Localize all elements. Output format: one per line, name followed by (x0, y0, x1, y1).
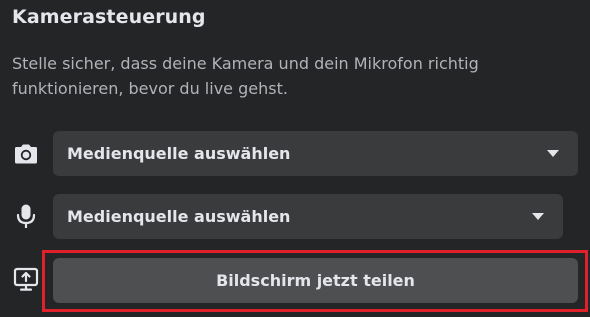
microphone-source-value: Medienquelle auswählen (67, 207, 291, 226)
section-description: Stelle sicher, dass deine Kamera und dei… (12, 54, 479, 98)
chevron-down-icon (532, 213, 544, 220)
camera-source-select[interactable]: Medienquelle auswählen (53, 131, 578, 176)
microphone-source-select[interactable]: Medienquelle auswählen (53, 194, 563, 239)
section-title: Kamerasteuerung (12, 6, 206, 28)
share-screen-button[interactable]: Bildschirm jetzt teilen (53, 258, 578, 303)
chevron-down-icon (547, 150, 559, 157)
microphone-icon (12, 202, 40, 230)
camera-source-value: Medienquelle auswählen (67, 144, 291, 163)
screen-share-icon (12, 265, 40, 293)
camera-icon (12, 140, 40, 168)
share-screen-label: Bildschirm jetzt teilen (216, 271, 415, 290)
